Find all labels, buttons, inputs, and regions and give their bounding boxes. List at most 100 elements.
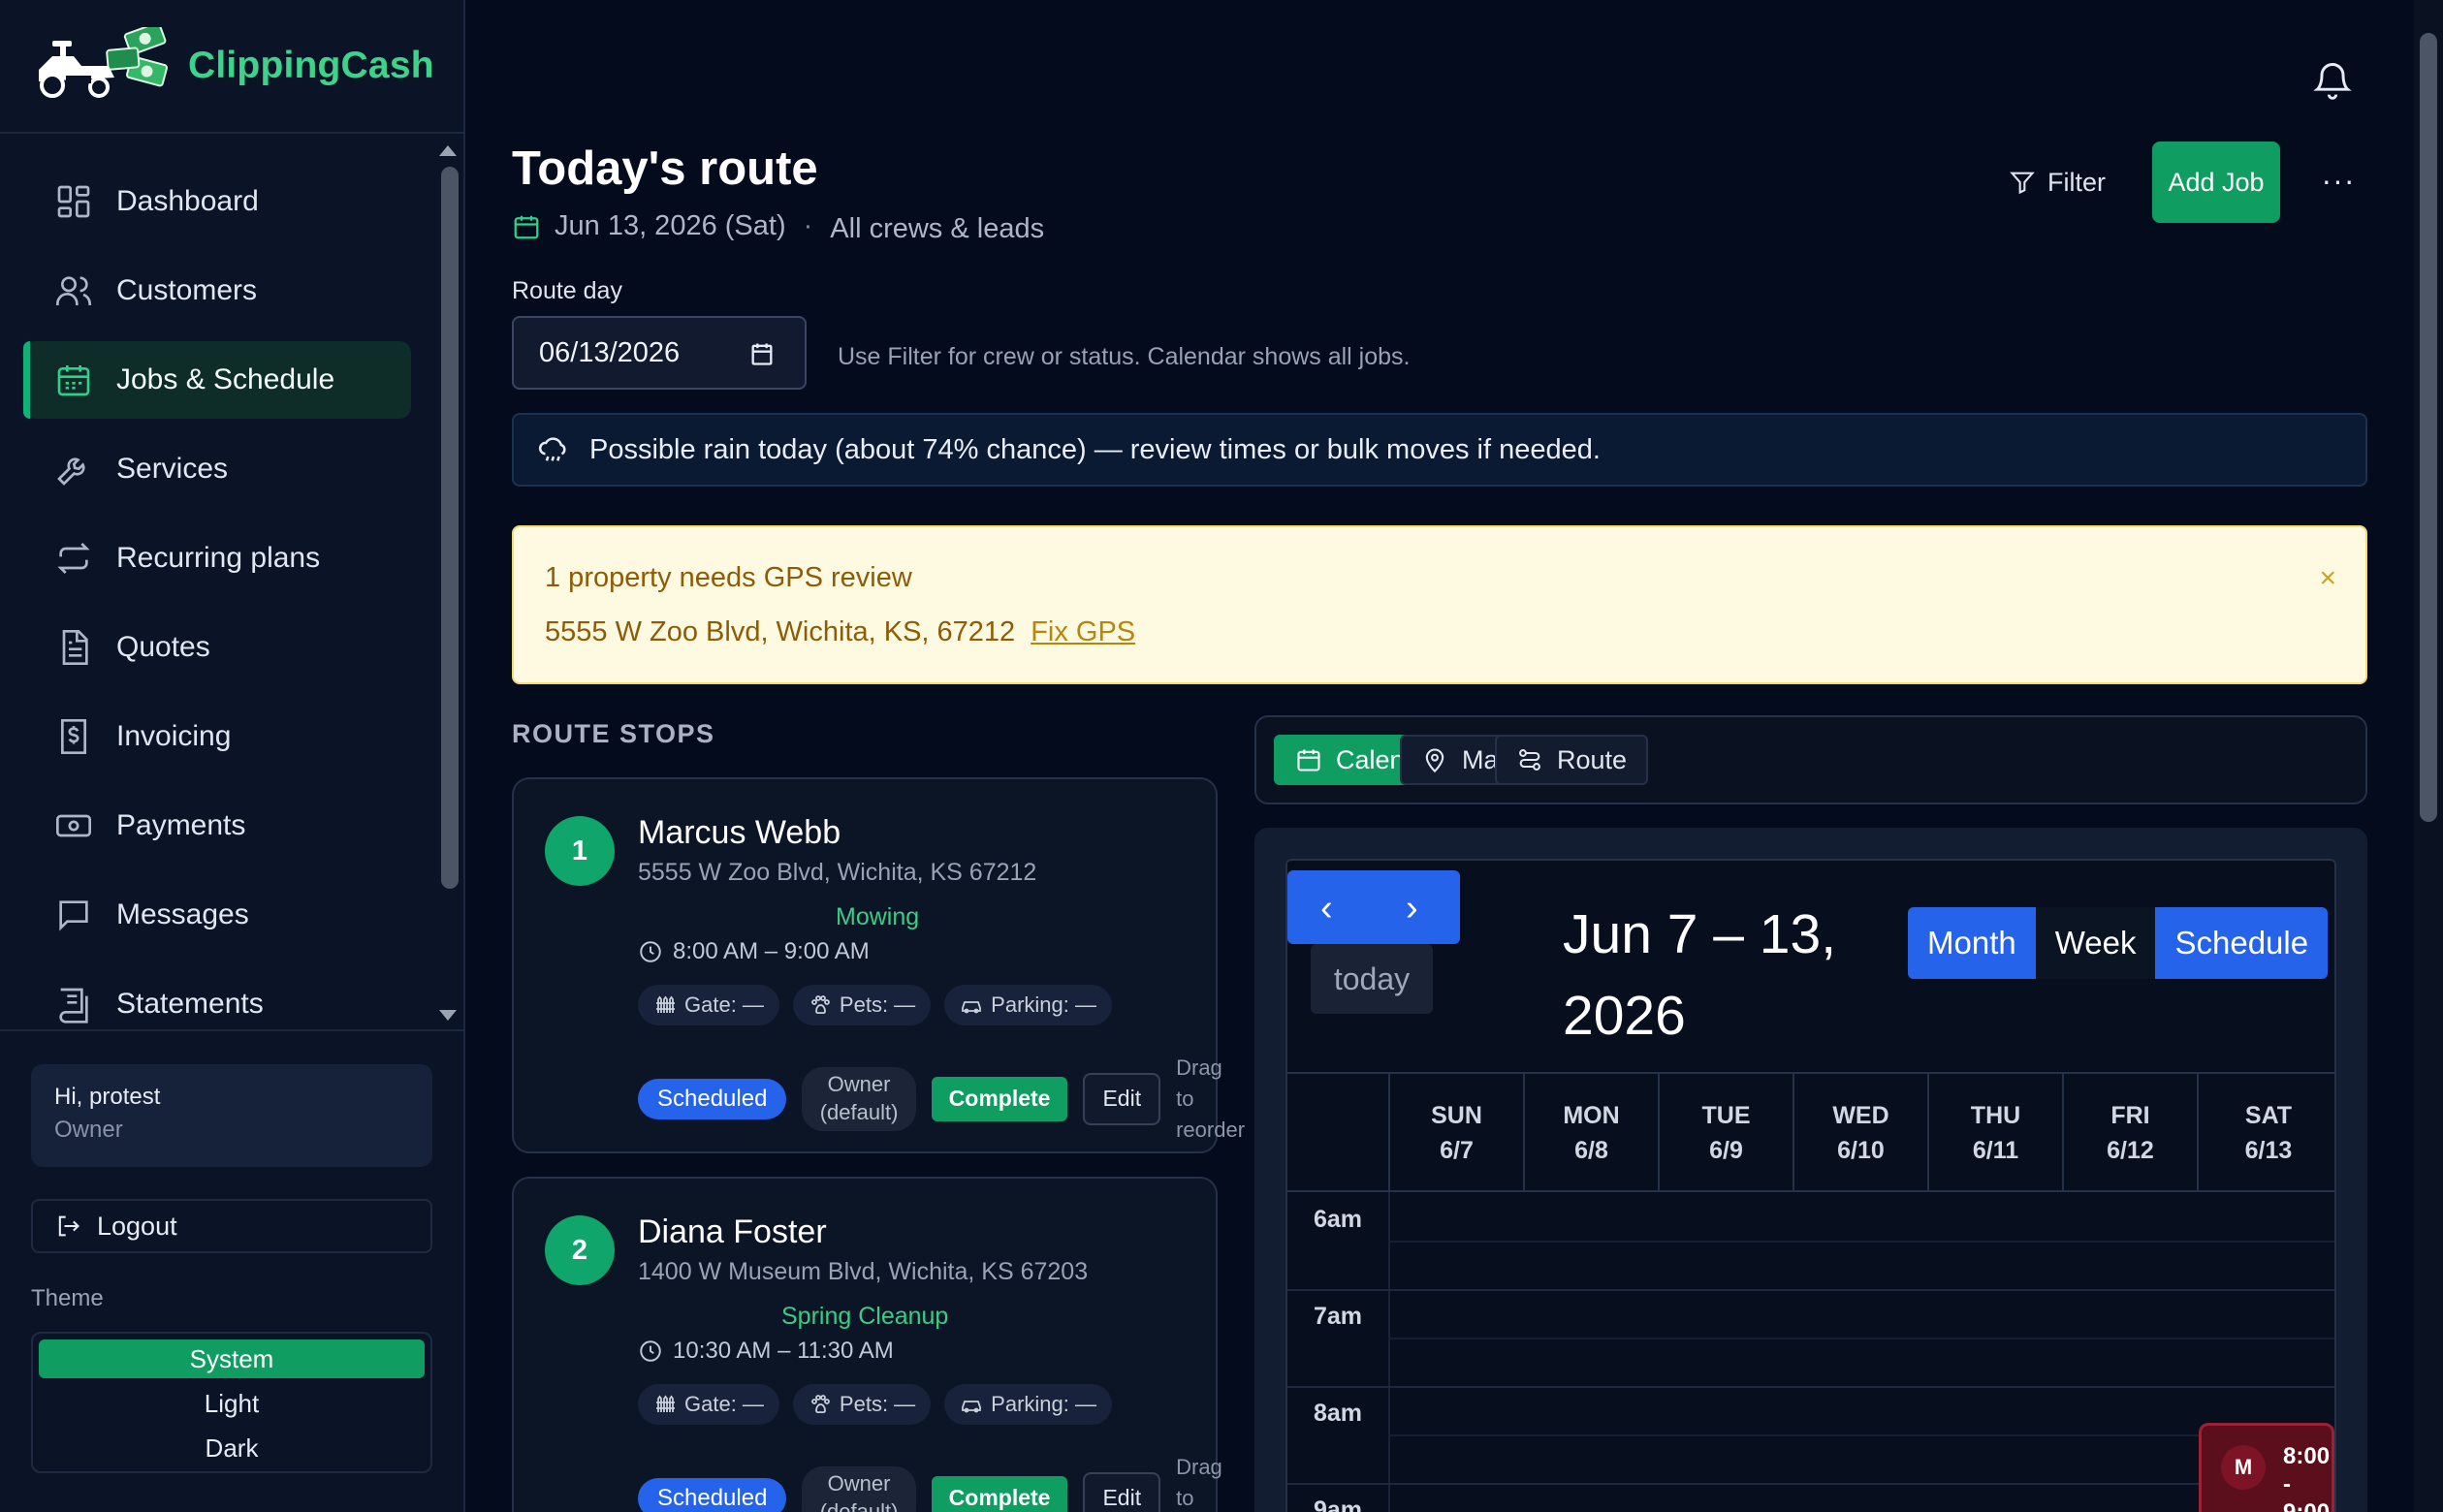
calendar-picker-icon[interactable] [748,339,776,368]
day-header[interactable]: FRI 6/12 [2062,1074,2197,1192]
theme-option-light[interactable]: Light [39,1384,425,1423]
edit-button[interactable]: Edit [1083,1072,1161,1125]
day-date: 6/9 [1709,1137,1743,1164]
assignee-name: Owner [827,1471,891,1496]
add-job-button[interactable]: Add Job [2152,142,2280,223]
edit-button[interactable]: Edit [1083,1471,1161,1512]
route-stops-heading: ROUTE STOPS [512,719,715,748]
route-day-hint: Use Filter for crew or status. Calendar … [838,343,1411,370]
user-greeting: Hi, protest [54,1084,161,1110]
hour-label: 6am [1313,1206,1363,1233]
assignee-badge[interactable]: Owner (default) [802,1066,916,1131]
sidebar-item-label: Messages [116,898,249,930]
wrench-icon [57,457,85,486]
route-day-label: Route day [512,277,622,304]
sidebar-item-messages[interactable]: Messages [23,876,411,954]
cash-icon [56,814,91,837]
theme-label: Theme [31,1285,104,1311]
car-icon [962,1001,982,1014]
fence-icon [656,995,675,1013]
drag-handle[interactable]: Drag toreorder [1176,1053,1246,1146]
today-button[interactable]: today [1311,944,1433,1014]
assignee-badge[interactable]: Owner (default) [802,1465,916,1512]
scroll-up-arrow-icon[interactable] [439,145,457,156]
day-of-week: WED [1832,1101,1889,1129]
event-start: 8:00 [2283,1443,2331,1469]
view-schedule-button[interactable]: Schedule [2155,907,2329,979]
route-day-input[interactable]: 06/13/2026 [512,316,807,390]
sidebar-item-dashboard[interactable]: Dashboard [23,163,411,240]
dashboard-icon [57,185,90,218]
page-title: Today's route [512,142,818,195]
stop-customer-name: Marcus Webb [638,814,841,851]
sidebar-item-invoicing[interactable]: Invoicing [23,698,411,775]
pets-text: Pets: — [839,992,916,1017]
sidebar-item-quotes[interactable]: Quotes [23,609,411,686]
notifications-bell-icon[interactable] [2311,58,2354,103]
theme-option-dark[interactable]: Dark [39,1429,425,1467]
logout-button[interactable]: Logout [31,1199,432,1253]
route-icon [1519,749,1540,771]
sidebar-item-recurring-plans[interactable]: Recurring plans [23,520,411,597]
nav-divider [0,1029,463,1031]
filter-button[interactable]: Filter [2009,159,2106,205]
users-icon [56,276,91,305]
route-date: Jun 13, 2026 (Sat) [555,210,786,241]
sidebar-item-statements[interactable]: Statements [23,965,411,1029]
drag-handle[interactable]: Drag toreorder [1176,1452,1246,1512]
hour-label: 9am [1313,1496,1363,1512]
day-header[interactable]: SAT 6/13 [2197,1074,2334,1192]
sidebar-item-payments[interactable]: Payments [23,787,411,865]
logout-label: Logout [97,1211,177,1241]
gps-alert-row: 5555 W Zoo Blvd, Wichita, KS, 67212 Fix … [545,616,1135,648]
grid-line [1287,1483,2334,1485]
fix-gps-link[interactable]: Fix GPS [1031,616,1135,648]
day-header[interactable]: MON 6/8 [1523,1074,1658,1192]
next-week-button[interactable]: › [1406,888,1418,929]
sidebar-scroll-thumb[interactable] [441,167,459,889]
sidebar-item-label: Quotes [116,631,210,663]
sidebar-item-label: Customers [116,274,258,306]
brand-logo[interactable]: ClippingCash [31,27,434,105]
page-scroll-thumb[interactable] [2420,33,2437,822]
map-pin-icon [1425,748,1444,773]
invoice-dollar-icon [61,719,86,754]
day-header[interactable]: WED 6/10 [1793,1074,1927,1192]
sidebar-item-customers[interactable]: Customers [23,252,411,330]
view-week-button[interactable]: Week [2035,907,2156,979]
close-icon[interactable]: × [2319,562,2336,595]
day-header[interactable]: SUN 6/7 [1388,1074,1523,1192]
day-header[interactable]: TUE 6/9 [1658,1074,1793,1192]
tab-route[interactable]: Route [1495,735,1649,785]
cloud-rain-icon [538,437,566,461]
day-header[interactable]: THU 6/11 [1927,1074,2062,1192]
stop-actions: Scheduled Owner (default) Complete Edit D… [638,1053,1246,1146]
scroll-down-arrow-icon[interactable] [439,1010,457,1021]
pets-text: Pets: — [839,1392,916,1416]
repeat-icon [57,543,90,574]
complete-button[interactable]: Complete [931,1076,1068,1121]
status-badge: Scheduled [638,1078,787,1119]
more-options-button[interactable]: ··· [2319,159,2358,202]
prev-week-button[interactable]: ‹ [1320,888,1333,929]
tab-label: Route [1557,744,1628,774]
sidebar-item-jobs-schedule[interactable]: Jobs & Schedule [23,341,411,419]
sidebar-item-label: Invoicing [116,720,232,752]
stop-number: 2 [545,1215,615,1285]
user-role: Owner [54,1117,123,1143]
main-content: Today's route Jun 13, 2026 (Sat) · All c… [465,0,2414,1512]
complete-button[interactable]: Complete [931,1475,1068,1512]
theme-option-system[interactable]: System [39,1339,425,1378]
route-stop-card[interactable]: 1 Marcus Webb 5555 W Zoo Blvd, Wichita, … [512,777,1245,1153]
view-tabs: Calendar Map Route [1254,715,2367,804]
gate-text: Gate: — [684,992,764,1017]
sidebar-item-services[interactable]: Services [23,430,411,508]
calendar-event[interactable]: M 8:00 - 9:00 M [2199,1423,2334,1512]
route-stop-card[interactable]: 2 Diana Foster 1400 W Museum Blvd, Wichi… [512,1177,1222,1512]
event-dash: - [2283,1470,2291,1497]
hour-label: 8am [1313,1400,1363,1427]
view-month-button[interactable]: Month [1908,907,2036,979]
stop-chips: Gate: — Pets: — Parking: — [638,1384,1112,1425]
calendar-nav: ‹ › [1287,870,1460,944]
stop-address: 5555 W Zoo Blvd, Wichita, KS 67212 [638,859,1037,886]
